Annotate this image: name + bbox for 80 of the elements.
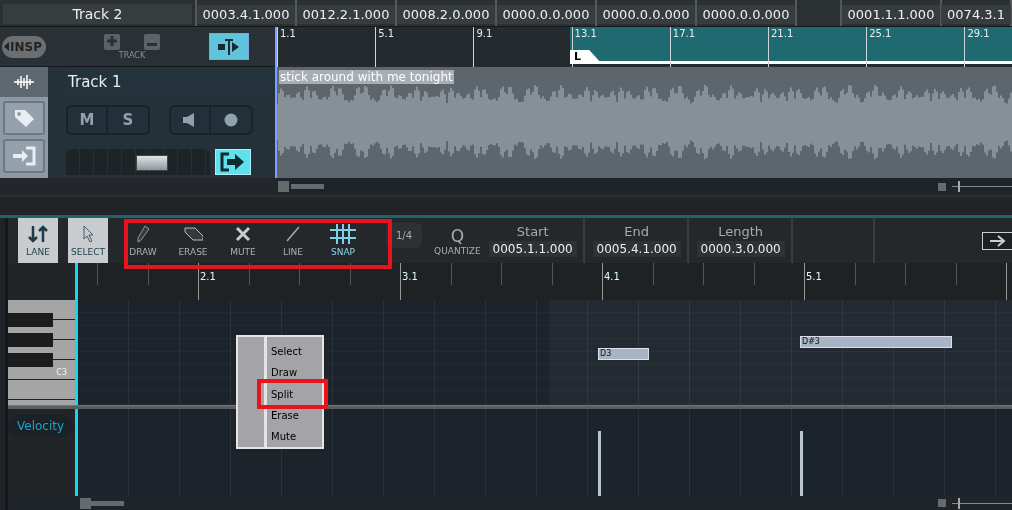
scrollbar-thumb[interactable] [80,497,91,509]
split-arrows-icon [217,36,241,57]
tag-button[interactable] [3,101,45,135]
menu-item[interactable]: Erase [267,408,308,422]
key-label: C3 [56,368,67,377]
select-tool[interactable]: SELECT [68,218,108,263]
lane-button[interactable]: LANE [18,218,58,263]
field-value[interactable]: 0000.0.0.000 [596,5,696,24]
field-value[interactable]: 0012.2.1.000 [296,5,396,24]
draw-tool[interactable]: DRAW [118,218,168,263]
field-value[interactable]: 0005.1.1.000 [488,241,577,257]
ruler-label: 29.1 [967,28,990,39]
zoom-button[interactable] [938,182,946,191]
right-arrow-icon [988,234,1007,247]
field-label: Start [516,224,549,239]
volume-fader[interactable] [66,149,210,175]
split-tool-button[interactable] [209,33,249,60]
velocity-lane-button[interactable]: Velocity [8,415,74,437]
remove-track-button[interactable] [144,33,160,50]
field-value[interactable]: 0003.4.1.000 [196,5,296,24]
output-button[interactable] [215,149,251,175]
field-value[interactable]: Track 2 [3,4,192,24]
line-tool[interactable]: LINE [268,218,318,263]
waveform-icon [13,74,35,90]
eraser-icon [183,224,203,244]
track-label: TRACK [118,50,146,60]
ruler-label: 2.1 [200,271,216,282]
ruler-label: 13.1 [574,28,597,39]
snap-button[interactable]: SNAP [318,218,368,263]
scrollbar-thumb[interactable] [278,181,289,192]
ruler-label: 1.1 [280,28,296,39]
menu-item[interactable]: Select [267,345,308,359]
record-icon [224,113,238,127]
lane-arrows-icon [28,224,48,244]
ruler-label: 17.1 [672,28,696,39]
ruler-label: 25.1 [869,28,892,39]
x-icon [233,224,253,244]
menu-item[interactable]: Mute [267,429,308,443]
field-value[interactable]: 0008.2.0.000 [396,5,496,24]
s-button[interactable]: S [108,107,148,133]
input-button[interactable] [3,139,45,173]
annotation-box [257,379,328,409]
zoom-slider[interactable] [952,181,1012,192]
menu-item[interactable]: Split [267,387,308,401]
forward-button[interactable] [982,231,1012,250]
scrollbar-track[interactable] [91,500,124,506]
piano-keys-drawing[interactable] [8,300,75,405]
ruler-label: 21.1 [771,28,794,39]
erase-tool[interactable]: ERASE [168,218,218,263]
field-value[interactable]: 0000.0.0.000 [496,5,596,24]
midi-note[interactable]: D#3 [800,336,952,348]
field-value[interactable]: 0005.4.1.000 [592,241,681,257]
ruler-label: 3.1 [402,271,418,282]
input-arrow-icon [11,145,37,167]
field-value[interactable]: 0000.3.0.000 [696,241,785,257]
grid-icon [329,224,357,244]
clip-title: stick around with me tonight [279,70,454,84]
ruler-label: 4.1 [604,271,620,282]
scrollbar-track[interactable] [291,184,324,189]
field-value[interactable]: 0074.3.1 [941,5,1011,24]
quantize-button[interactable]: Q QUANTIZE [434,225,481,256]
ruler-label: 5.1 [806,271,822,282]
mute-tool[interactable]: MUTE [218,218,268,263]
field-value[interactable]: 0001.1.1.000 [841,5,941,24]
loop-region[interactable] [570,27,1012,64]
m-button[interactable]: M [68,107,108,133]
output-arrow-icon [220,152,246,172]
line-icon [283,224,303,244]
midi-note[interactable]: D3 [598,348,649,360]
menu-item[interactable]: Draw [267,366,308,380]
field-label: End [624,224,650,239]
caret-icon [4,42,9,51]
minus-icon [147,43,157,46]
field-value[interactable]: 0000.0.0.000 [696,5,796,24]
plus-icon [107,36,117,46]
fader-thumb[interactable] [136,155,169,171]
field-label: Length [718,224,764,239]
add-track-button[interactable] [104,33,120,50]
ruler-label: 5.1 [378,28,395,39]
ruler-label: 9.1 [476,28,493,39]
